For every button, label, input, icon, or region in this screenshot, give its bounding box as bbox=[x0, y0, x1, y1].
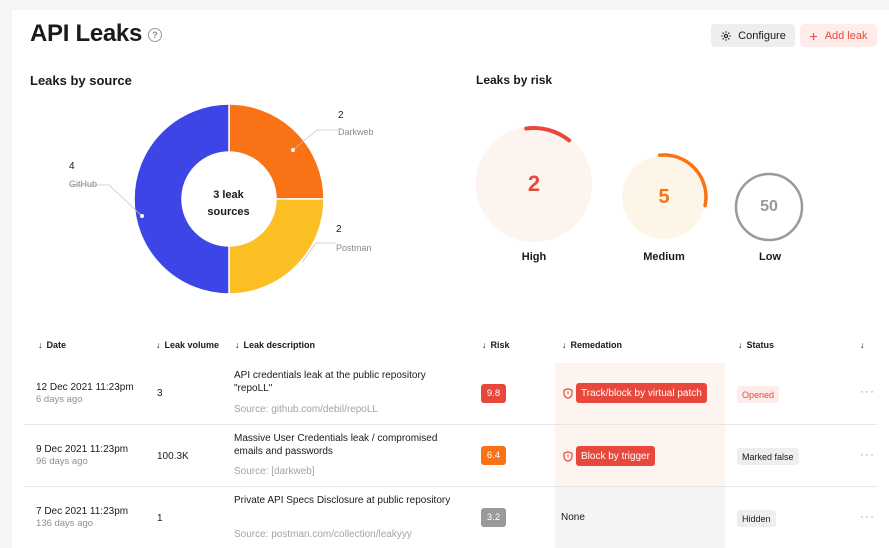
column-settings-arrow[interactable]: ↓ bbox=[860, 340, 865, 350]
risk-low-circle[interactable]: 50 bbox=[734, 172, 804, 242]
row-description[interactable]: Massive User Credentials leak / compromi… bbox=[234, 432, 464, 458]
column-status[interactable]: ↓ Status bbox=[738, 340, 774, 350]
risk-high-label: High bbox=[521, 251, 547, 263]
donut-center-label: 3 leak sources bbox=[191, 187, 266, 221]
row-risk-badge: 3.2 bbox=[481, 508, 506, 527]
github-label: GitHub bbox=[69, 179, 98, 189]
risk-low-label: Low bbox=[759, 251, 781, 263]
column-volume[interactable]: ↓ Leak volume bbox=[156, 340, 219, 350]
postman-count: 2 bbox=[336, 224, 342, 235]
configure-label: Configure bbox=[738, 29, 786, 42]
add-leak-button[interactable]: + Add leak bbox=[800, 24, 877, 47]
row-status-badge[interactable]: Hidden bbox=[737, 510, 776, 527]
donut-center-line2: sources bbox=[207, 206, 250, 218]
api-leaks-panel: API Leaks ? Configure + Add leak Leaks b… bbox=[12, 10, 889, 548]
page-title: API Leaks bbox=[30, 20, 143, 47]
sort-arrow-icon: ↓ bbox=[156, 340, 161, 350]
leader-dot-github bbox=[140, 214, 144, 218]
gear-icon bbox=[721, 30, 731, 41]
row-status-badge[interactable]: Marked false bbox=[737, 448, 799, 465]
darkweb-count: 2 bbox=[338, 110, 344, 121]
row-remediation-none: None bbox=[561, 512, 585, 523]
row-status-badge[interactable]: Opened bbox=[737, 386, 780, 403]
row-risk-badge: 6.4 bbox=[481, 446, 506, 465]
risk-medium-circle[interactable]: 5 bbox=[620, 153, 708, 241]
row-source[interactable]: Source: postman.com/collection/leakyyy bbox=[234, 529, 412, 540]
leaks-by-risk-title: Leaks by risk bbox=[476, 73, 553, 87]
row-volume: 1 bbox=[157, 513, 163, 524]
row-ago: 6 days ago bbox=[36, 394, 83, 405]
risk-low-value: 50 bbox=[760, 198, 778, 215]
column-description[interactable]: ↓ Leak description bbox=[235, 340, 315, 350]
configure-button[interactable]: Configure bbox=[711, 24, 795, 47]
row-date: 7 Dec 2021 11:23pm bbox=[36, 506, 129, 517]
row-volume: 100.3K bbox=[157, 451, 189, 462]
column-description-label: Leak description bbox=[243, 340, 316, 350]
row-source[interactable]: Source: [darkweb] bbox=[234, 466, 315, 477]
sort-arrow-icon: ↓ bbox=[38, 340, 43, 350]
leader-line-github bbox=[69, 184, 143, 217]
row-ago: 96 days ago bbox=[36, 456, 88, 467]
row-description[interactable]: Private API Specs Disclosure at public r… bbox=[234, 494, 464, 507]
leader-dot-postman bbox=[299, 262, 303, 266]
column-status-label: Status bbox=[746, 340, 775, 350]
row-source[interactable]: Source: github.com/debil/repoLL bbox=[234, 404, 378, 415]
postman-label: Postman bbox=[336, 243, 372, 253]
row-risk-badge: 9.8 bbox=[481, 384, 506, 403]
donut-center-line1: 3 leak bbox=[213, 189, 244, 201]
row-divider bbox=[24, 486, 877, 487]
sort-arrow-icon: ↓ bbox=[235, 340, 240, 350]
row-remediation-badge[interactable]: Block by trigger bbox=[576, 446, 655, 466]
column-risk[interactable]: ↓ Risk bbox=[482, 340, 510, 350]
column-volume-label: Leak volume bbox=[164, 340, 220, 350]
risk-medium-value: 5 bbox=[658, 185, 670, 208]
row-volume: 3 bbox=[157, 388, 163, 399]
row-more-icon[interactable]: ··· bbox=[860, 384, 875, 398]
row-description[interactable]: API credentials leak at the public repos… bbox=[234, 369, 464, 395]
row-divider bbox=[24, 424, 877, 425]
column-date-label: Date bbox=[46, 340, 67, 350]
donut-slice-darkweb[interactable] bbox=[228, 103, 325, 200]
row-ago: 136 days ago bbox=[36, 518, 94, 529]
risk-high-circle[interactable]: 2 bbox=[476, 126, 592, 242]
row-more-icon[interactable]: ··· bbox=[860, 447, 875, 461]
column-remediation[interactable]: ↓ Remedation bbox=[562, 340, 622, 350]
add-leak-label: Add leak bbox=[824, 29, 868, 42]
darkweb-label: Darkweb bbox=[338, 127, 374, 137]
sort-arrow-icon: ↓ bbox=[482, 340, 487, 350]
github-count: 4 bbox=[69, 161, 75, 172]
row-remediation-badge[interactable]: Track/block by virtual patch bbox=[576, 383, 707, 403]
leader-dot-darkweb bbox=[291, 148, 295, 152]
column-date[interactable]: ↓ Date bbox=[38, 340, 66, 350]
leaks-by-source-title: Leaks by source bbox=[30, 73, 132, 88]
shield-icon bbox=[563, 388, 573, 399]
column-risk-label: Risk bbox=[490, 340, 510, 350]
shield-icon bbox=[563, 451, 573, 462]
row-date: 9 Dec 2021 11:23pm bbox=[36, 444, 129, 455]
column-remediation-label: Remedation bbox=[570, 340, 623, 350]
plus-icon: + bbox=[809, 27, 818, 44]
risk-high-value: 2 bbox=[527, 171, 541, 196]
help-icon[interactable]: ? bbox=[148, 28, 162, 42]
risk-medium-label: Medium bbox=[643, 251, 685, 263]
row-more-icon[interactable]: ··· bbox=[860, 509, 875, 523]
sort-arrow-icon: ↓ bbox=[562, 340, 567, 350]
row-date: 12 Dec 2021 11:23pm bbox=[36, 382, 134, 393]
sort-arrow-icon: ↓ bbox=[738, 340, 743, 350]
